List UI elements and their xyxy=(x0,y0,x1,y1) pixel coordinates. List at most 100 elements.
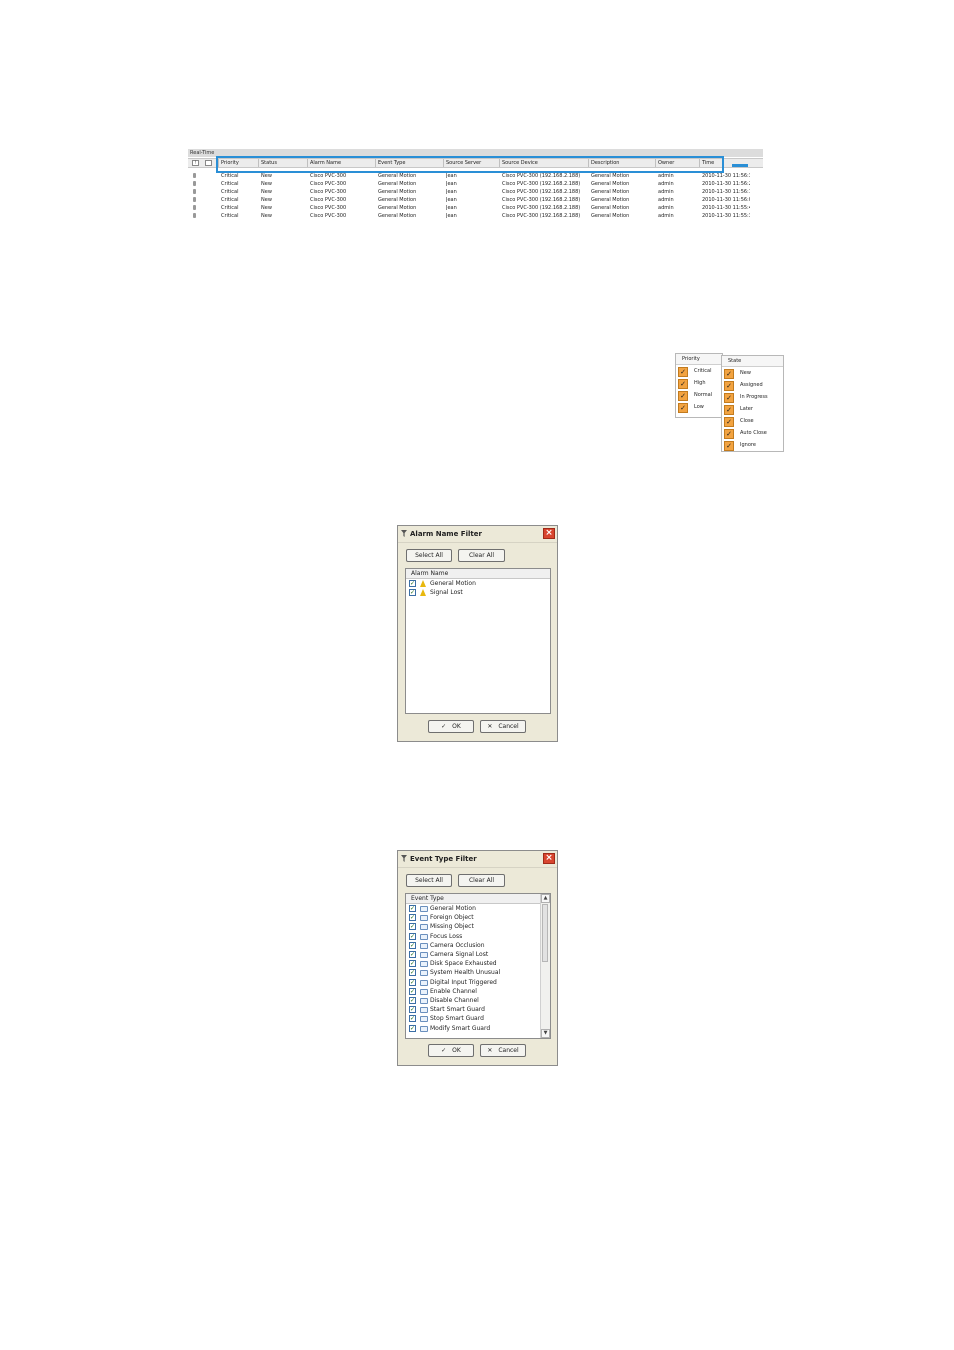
alarm-name-column-header[interactable]: Alarm Name xyxy=(406,569,550,579)
checkbox-checked-icon[interactable]: ✓ xyxy=(409,1006,416,1014)
table-cell: Cisco PVC-300 (192.168.2.188) xyxy=(502,189,581,195)
select-all-button[interactable]: Select All xyxy=(406,549,452,562)
table-cell: admin xyxy=(658,213,674,219)
priority-option-label: High xyxy=(694,380,706,386)
checkbox-checked-icon[interactable]: ✓ xyxy=(678,403,688,413)
table-cell: Jean xyxy=(446,205,457,211)
table-cell: General Motion xyxy=(591,189,630,195)
table-cell: Critical xyxy=(221,197,239,203)
checkbox-checked-icon[interactable]: ✓ xyxy=(409,969,416,977)
checkbox-checked-icon[interactable]: ✓ xyxy=(409,951,416,958)
checkbox-checked-icon[interactable]: ✓ xyxy=(409,580,416,587)
list-item-label: Start Smart Guard xyxy=(430,1006,485,1014)
folder-icon xyxy=(420,1007,428,1014)
table-cell: Jean xyxy=(446,213,457,219)
table-cell: admin xyxy=(658,205,674,211)
close-icon[interactable]: × xyxy=(543,528,555,539)
event-type-column-header[interactable]: Event Type xyxy=(406,894,541,904)
state-filter-header[interactable]: State xyxy=(722,356,783,367)
scroll-up-icon[interactable]: ▲ xyxy=(541,894,550,903)
column-resize-indicator xyxy=(732,164,748,167)
table-cell: General Motion xyxy=(591,213,630,219)
priority-option-label: Critical xyxy=(694,368,712,374)
scrollbar-thumb[interactable] xyxy=(542,904,548,962)
table-cell: Cisco PVC-300 xyxy=(310,189,347,195)
checkbox-checked-icon[interactable]: ✓ xyxy=(409,914,416,922)
pin-icon[interactable]: ! xyxy=(192,160,199,166)
ok-button[interactable]: ✓ OK xyxy=(428,720,474,733)
ok-button[interactable]: ✓ OK xyxy=(428,1044,474,1057)
checkbox-checked-icon[interactable]: ✓ xyxy=(409,960,416,968)
warning-icon xyxy=(420,589,426,597)
checkbox-checked-icon[interactable]: ✓ xyxy=(409,1024,416,1032)
event-type-scrollbar[interactable]: ▲ ▼ xyxy=(540,894,550,1038)
table-row[interactable]: Critical New Cisco PVC-300 General Motion Je… xyxy=(188,172,763,180)
state-option-label: Assigned xyxy=(740,382,763,388)
checkbox-checked-icon[interactable]: ✓ xyxy=(724,429,734,439)
checkbox-checked-icon[interactable]: ✓ xyxy=(409,589,416,597)
checkbox-checked-icon[interactable]: ✓ xyxy=(409,1015,416,1023)
table-cell: General Motion xyxy=(591,173,630,179)
table-cell: New xyxy=(261,173,272,179)
table-row[interactable]: Critical New Cisco PVC-300 General Motion Je… xyxy=(188,180,763,188)
scroll-down-icon[interactable]: ▼ xyxy=(541,1029,550,1038)
realtime-alarm-panel: Real-Time ! Priority Status Alarm Name Even… xyxy=(188,149,763,222)
table-cell: Cisco PVC-300 xyxy=(310,213,347,219)
checkbox-checked-icon[interactable]: ✓ xyxy=(409,905,416,912)
checkbox-checked-icon[interactable]: ✓ xyxy=(409,941,416,949)
event-type-filter-dialog: Event Type Filter × Select All Clear All… xyxy=(397,850,558,1066)
checkbox-checked-icon[interactable]: ✓ xyxy=(409,987,416,995)
checkbox-checked-icon[interactable]: ✓ xyxy=(678,367,688,377)
table-cell: General Motion xyxy=(378,189,417,195)
priority-option-label: Low xyxy=(694,404,704,410)
priority-filter-header[interactable]: Priority xyxy=(676,354,722,365)
table-cell: General Motion xyxy=(591,181,630,187)
table-row[interactable]: Critical New Cisco PVC-300 General Motion Je… xyxy=(188,188,763,196)
checkbox-checked-icon[interactable]: ✓ xyxy=(724,393,734,403)
table-row[interactable]: Critical New Cisco PVC-300 General Motion Je… xyxy=(188,212,763,220)
checkbox-checked-icon[interactable]: ✓ xyxy=(409,923,416,931)
ok-label: OK xyxy=(452,723,461,730)
close-icon[interactable]: × xyxy=(543,853,555,864)
list-item-label: General Motion xyxy=(430,580,476,587)
folder-icon xyxy=(420,924,428,931)
table-cell: New xyxy=(261,181,272,187)
table-cell: New xyxy=(261,213,272,219)
state-option-label: In Progress xyxy=(740,394,768,400)
folder-icon xyxy=(420,998,428,1004)
table-row[interactable]: Critical New Cisco PVC-300 General Motion Je… xyxy=(188,204,763,212)
clear-all-button[interactable]: Clear All xyxy=(458,549,505,562)
table-cell: 2010-11-30 11:55:38 xyxy=(702,213,750,219)
checkbox-checked-icon[interactable]: ✓ xyxy=(678,379,688,389)
cancel-button[interactable]: ✕ Cancel xyxy=(480,1044,526,1057)
folder-icon xyxy=(420,906,428,912)
select-all-button[interactable]: Select All xyxy=(406,874,452,887)
table-cell: General Motion xyxy=(378,213,417,219)
table-cell: Critical xyxy=(221,205,239,211)
priority-filter-dropdown: Priority ✓ Critical ✓ High ✓ Normal ✓ Low xyxy=(675,353,723,418)
window-icon[interactable] xyxy=(205,160,212,166)
checkbox-checked-icon[interactable]: ✓ xyxy=(724,405,734,415)
checkbox-checked-icon[interactable]: ✓ xyxy=(409,997,416,1004)
checkbox-checked-icon[interactable]: ✓ xyxy=(409,978,416,986)
checkbox-checked-icon[interactable]: ✓ xyxy=(724,369,734,379)
list-item-label: Digital Input Triggered xyxy=(430,978,497,986)
checkbox-checked-icon[interactable]: ✓ xyxy=(724,441,734,451)
folder-icon xyxy=(420,933,428,940)
cancel-button[interactable]: ✕ Cancel xyxy=(480,720,526,733)
folder-icon xyxy=(420,1016,428,1023)
checkbox-checked-icon[interactable]: ✓ xyxy=(409,932,416,940)
clear-all-button[interactable]: Clear All xyxy=(458,874,505,887)
table-cell: admin xyxy=(658,173,674,179)
list-item-label: Enable Channel xyxy=(430,987,477,995)
checkbox-checked-icon[interactable]: ✓ xyxy=(724,381,734,391)
table-cell: Critical xyxy=(221,213,239,219)
warning-icon xyxy=(420,580,426,587)
list-item-label: Stop Smart Guard xyxy=(430,1015,484,1023)
table-row[interactable]: Critical New Cisco PVC-300 General Motion Je… xyxy=(188,196,763,204)
cancel-label: Cancel xyxy=(498,723,519,730)
folder-icon xyxy=(420,979,428,986)
checkbox-checked-icon[interactable]: ✓ xyxy=(678,391,688,401)
list-item-label: Modify Smart Guard xyxy=(430,1024,491,1032)
checkbox-checked-icon[interactable]: ✓ xyxy=(724,417,734,427)
